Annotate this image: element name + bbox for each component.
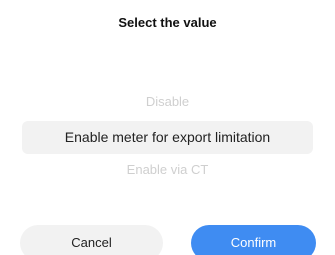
picker-option[interactable]: Disable (0, 94, 335, 109)
value-picker-dialog: Select the value Disable Enable meter fo… (0, 0, 335, 255)
picker-option-selected[interactable]: Enable meter for export limitation (22, 121, 313, 154)
cancel-button[interactable]: Cancel (20, 225, 163, 255)
picker-option[interactable]: Enable via CT (0, 162, 335, 177)
value-picker[interactable]: Disable Enable meter for export limitati… (0, 90, 335, 185)
confirm-button[interactable]: Confirm (191, 225, 316, 255)
dialog-actions: Cancel Confirm (0, 225, 335, 255)
dialog-title: Select the value (118, 15, 217, 30)
